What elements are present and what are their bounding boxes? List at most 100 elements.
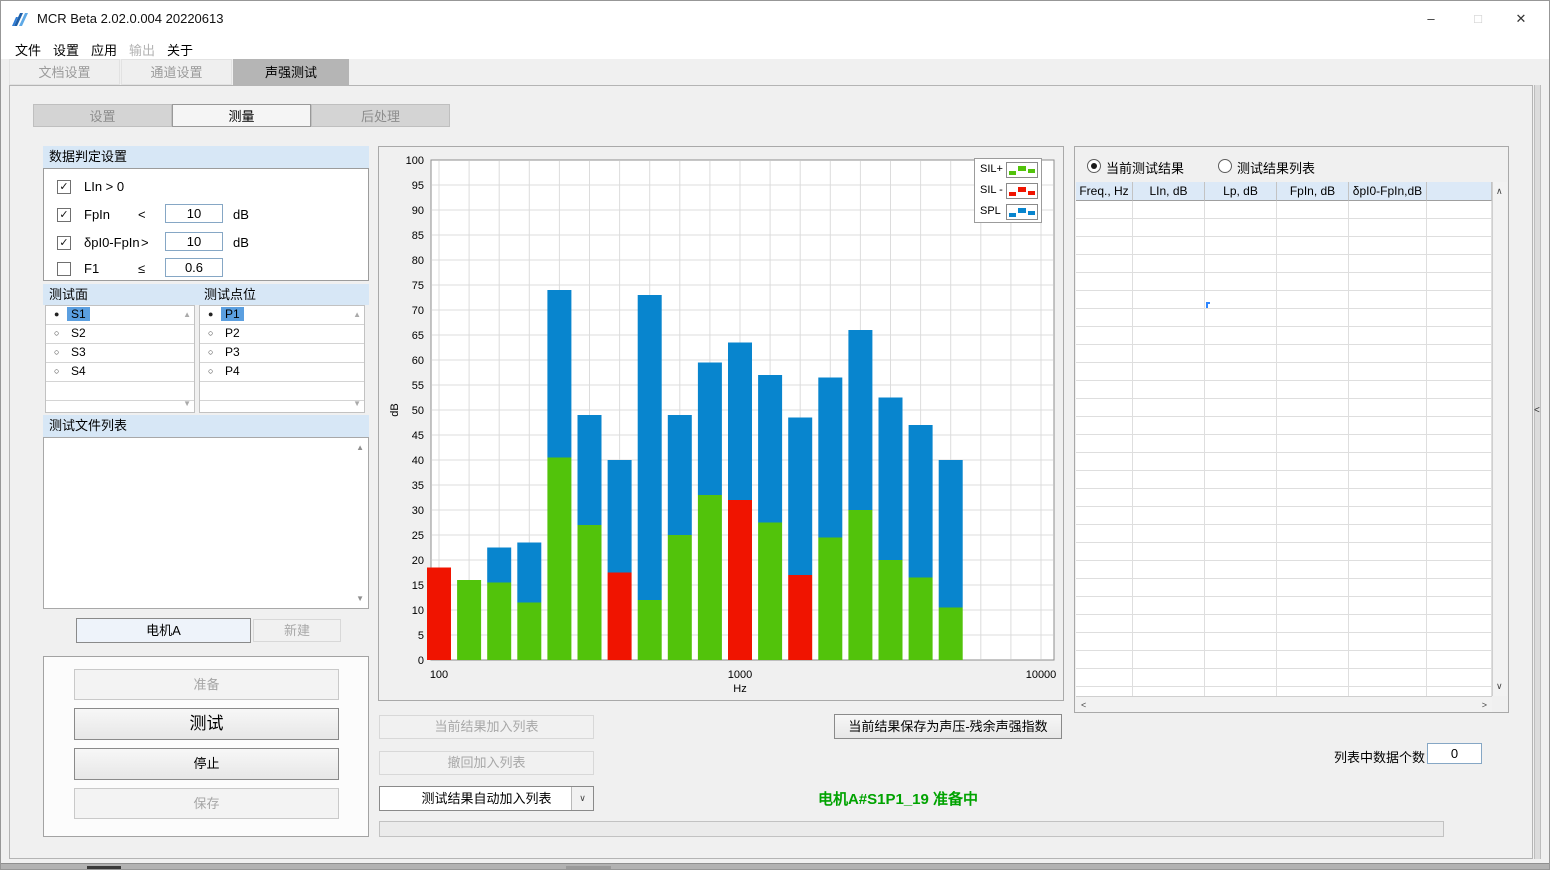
list-item — [46, 382, 194, 401]
background-window-strip — [1, 863, 1550, 870]
table-row — [1076, 651, 1492, 669]
chart-bar-segment — [517, 543, 541, 603]
condition-value-input[interactable]: 10 — [165, 204, 223, 223]
condition-checkbox-fpin[interactable]: ✓ — [57, 208, 71, 222]
condition-value-input[interactable]: 10 — [165, 232, 223, 251]
legend-swatch-sil-plus — [1006, 162, 1038, 178]
table-row — [1076, 597, 1492, 615]
scroll-up-icon[interactable]: ∧ — [1496, 186, 1503, 197]
condition-label: LIn > 0 — [84, 179, 124, 194]
chart-bar-segment — [517, 603, 541, 661]
condition-checkbox-lin[interactable]: ✓ — [57, 180, 71, 194]
horizontal-scrollbar[interactable]: < > — [1076, 696, 1492, 712]
scroll-left-icon[interactable]: < — [1081, 700, 1086, 710]
radio-current-result[interactable] — [1087, 159, 1101, 173]
radio-bullet: ○ — [208, 366, 213, 376]
radio-result-list[interactable] — [1218, 159, 1232, 173]
count-label: 列表中数据个数 — [1334, 747, 1425, 766]
new-button[interactable]: 新建 — [253, 619, 341, 642]
condition-value-input[interactable]: 0.6 — [165, 258, 223, 277]
results-table-body[interactable] — [1076, 201, 1492, 696]
chart-bar-segment — [487, 548, 511, 583]
add-result-to-list-button[interactable]: 当前结果加入列表 — [379, 715, 594, 739]
scroll-down-icon[interactable]: ∨ — [1496, 681, 1503, 692]
menu-output[interactable]: 输出 — [129, 40, 155, 59]
chart-bar-segment — [698, 363, 722, 496]
tab-sound-intensity-test[interactable]: 声强测试 — [233, 59, 349, 85]
table-row — [1076, 507, 1492, 525]
motor-a-tab[interactable]: 电机A — [76, 618, 251, 643]
column-header-fpin: FpIn, dB — [1277, 182, 1349, 201]
window-title: MCR Beta 2.02.0.004 20220613 — [37, 11, 223, 26]
radio-bullet: ○ — [208, 328, 213, 338]
table-row — [1076, 435, 1492, 453]
radio-result-list-label[interactable]: 测试结果列表 — [1237, 158, 1315, 177]
list-item — [200, 382, 364, 401]
svg-text:65: 65 — [412, 330, 424, 342]
save-as-pressure-residual-button[interactable]: 当前结果保存为声压-残余声强指数 — [834, 714, 1062, 739]
svg-text:20: 20 — [412, 555, 424, 567]
list-item: ○P3 — [200, 344, 364, 363]
test-file-list[interactable]: ▲ ▼ — [43, 437, 369, 609]
surface-list[interactable]: ●S1 ○S2 ○S3 ○S4 ▲ ▼ — [45, 305, 195, 413]
menu-about[interactable]: 关于 — [167, 40, 193, 59]
scroll-right-icon[interactable]: > — [1482, 700, 1487, 710]
column-header-filler — [1427, 182, 1492, 201]
svg-text:10: 10 — [412, 605, 424, 617]
table-row — [1076, 345, 1492, 363]
radio-bullet: ○ — [208, 347, 213, 357]
column-header-freq: Freq., Hz — [1076, 182, 1133, 201]
subtab-postprocess[interactable]: 后处理 — [311, 104, 450, 127]
condition-operator: < — [138, 207, 146, 222]
minimize-button[interactable]: – — [1415, 8, 1447, 30]
collapse-panel-icon[interactable]: < — [1534, 405, 1540, 416]
maximize-button[interactable]: □ — [1462, 8, 1494, 30]
chart-bar-segment — [728, 343, 752, 501]
subtab-measure[interactable]: 测量 — [172, 104, 311, 127]
legend-item: SIL - — [975, 180, 1041, 201]
table-row — [1076, 615, 1492, 633]
chart-bar-segment — [848, 510, 872, 660]
chart-legend: SIL+ SIL - SPL — [974, 158, 1042, 223]
chart-bar-segment — [638, 600, 662, 660]
auto-add-dropdown[interactable]: 测试结果自动加入列表 ∨ — [379, 786, 594, 811]
menu-apply[interactable]: 应用 — [91, 40, 117, 59]
radio-current-result-label[interactable]: 当前测试结果 — [1106, 158, 1184, 177]
scroll-down-icon[interactable]: ▼ — [356, 594, 364, 603]
vertical-scrollbar[interactable]: ∧ ∨ — [1492, 182, 1507, 696]
tab-channel-settings[interactable]: 通道设置 — [121, 59, 232, 85]
legend-swatch-spl — [1006, 204, 1038, 220]
close-button[interactable]: ✕ — [1505, 8, 1537, 30]
chart-bar-segment — [788, 418, 812, 576]
scroll-up-icon[interactable]: ▲ — [356, 443, 364, 452]
svg-text:90: 90 — [412, 205, 424, 217]
scroll-up-icon[interactable]: ▲ — [183, 310, 191, 319]
stop-button[interactable]: 停止 — [74, 748, 339, 780]
menu-settings[interactable]: 设置 — [53, 40, 79, 59]
progress-bar — [379, 821, 1444, 837]
save-button[interactable]: 保存 — [74, 788, 339, 819]
scroll-down-icon[interactable]: ▼ — [353, 399, 361, 408]
scroll-down-icon[interactable]: ▼ — [183, 399, 191, 408]
condition-checkbox-dpi0[interactable]: ✓ — [57, 236, 71, 250]
chevron-down-icon[interactable]: ∨ — [571, 787, 593, 810]
chart-bar-segment — [758, 375, 782, 523]
table-row — [1076, 327, 1492, 345]
test-button[interactable]: 测试 — [74, 708, 339, 740]
undo-add-to-list-button[interactable]: 撤回加入列表 — [379, 751, 594, 775]
count-input[interactable]: 0 — [1427, 743, 1482, 764]
scroll-up-icon[interactable]: ▲ — [353, 310, 361, 319]
chart-bar-segment — [879, 398, 903, 561]
svg-text:30: 30 — [412, 505, 424, 517]
point-list[interactable]: ●P1 ○P2 ○P3 ○P4 ▲ ▼ — [199, 305, 365, 413]
svg-text:10000: 10000 — [1026, 669, 1057, 681]
svg-text:60: 60 — [412, 355, 424, 367]
tab-document-settings[interactable]: 文档设置 — [9, 59, 120, 85]
menu-file[interactable]: 文件 — [15, 40, 41, 59]
side-splitter[interactable]: < — [1534, 85, 1541, 859]
condition-checkbox-f1[interactable] — [57, 262, 71, 276]
prepare-button[interactable]: 准备 — [74, 669, 339, 700]
svg-text:100: 100 — [406, 155, 424, 167]
table-row — [1076, 255, 1492, 273]
subtab-setup[interactable]: 设置 — [33, 104, 172, 127]
